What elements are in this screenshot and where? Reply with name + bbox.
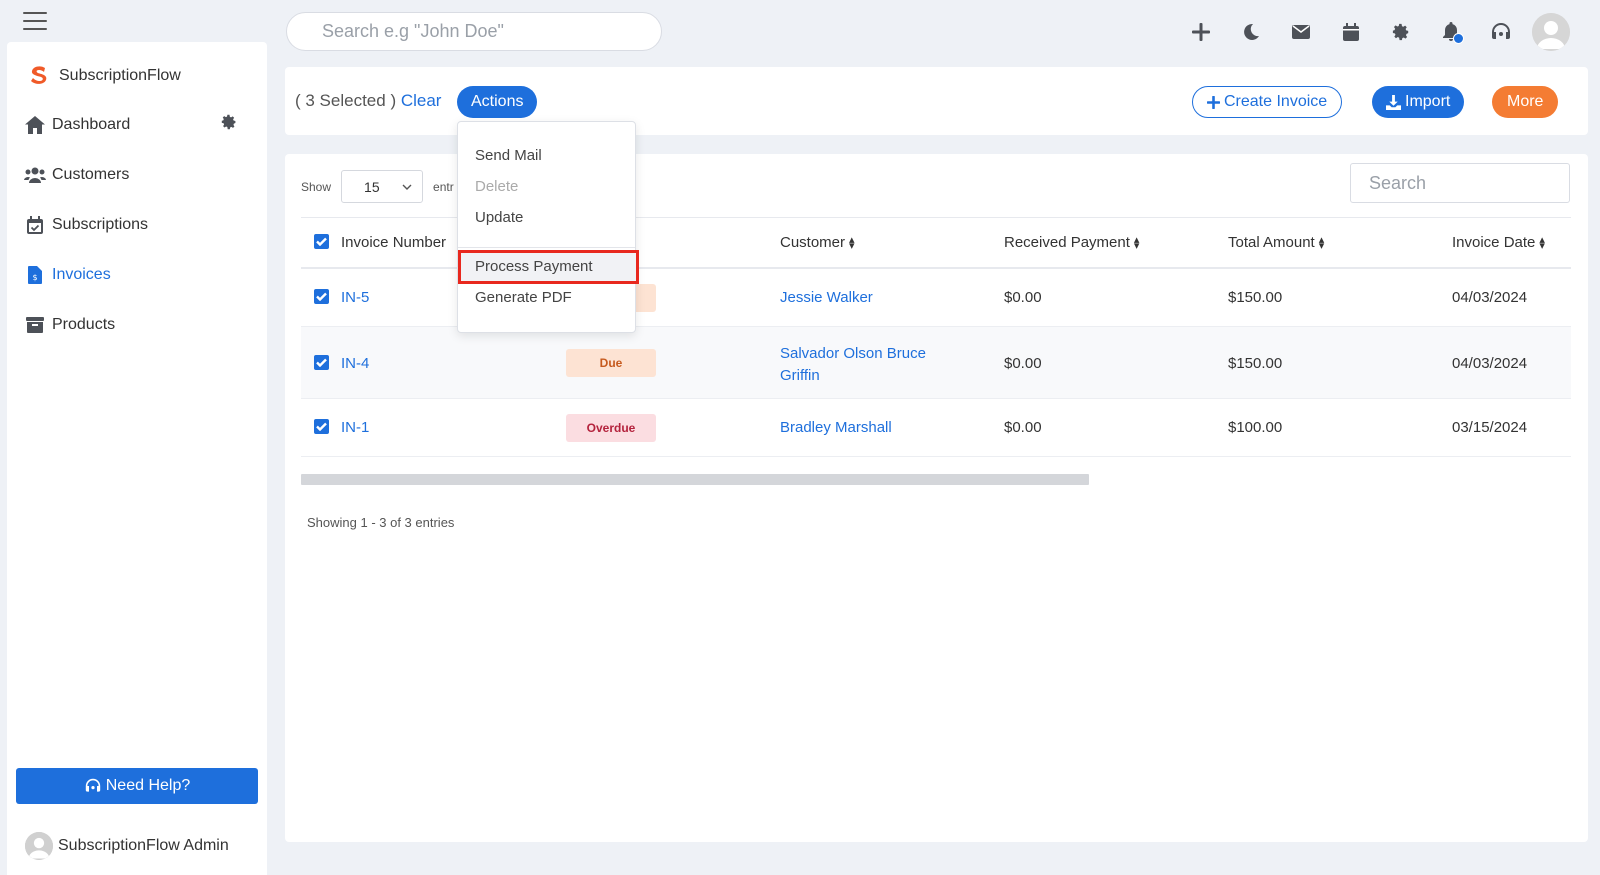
sidebar-item-invoices[interactable]: $ Invoices bbox=[7, 250, 267, 300]
calendar-icon[interactable] bbox=[1326, 12, 1376, 52]
subscriptionflow-logo-icon bbox=[31, 66, 47, 84]
total-amount: $150.00 bbox=[1228, 289, 1283, 306]
sort-icon: ▴ ▾ bbox=[1318, 233, 1325, 252]
import-label: Import bbox=[1405, 93, 1451, 110]
received-payment: $0.00 bbox=[1004, 289, 1042, 306]
notification-badge bbox=[1453, 33, 1464, 44]
invoice-date: 04/03/2024 bbox=[1452, 355, 1528, 372]
sidebar-item-label: Subscriptions bbox=[52, 216, 149, 233]
users-icon bbox=[24, 164, 46, 186]
sort-icon: ▴ ▾ bbox=[849, 233, 855, 252]
sidebar-item-customers[interactable]: Customers bbox=[7, 150, 267, 200]
top-toolbar bbox=[1176, 12, 1570, 52]
page-size-control: Show 15 entr bbox=[301, 170, 454, 203]
admin-avatar bbox=[25, 832, 53, 860]
row-checkbox[interactable] bbox=[314, 355, 329, 370]
svg-text:$: $ bbox=[32, 273, 37, 282]
page-size-select[interactable]: 15 bbox=[341, 170, 424, 203]
create-invoice-button[interactable]: Create Invoice bbox=[1192, 86, 1343, 118]
row-checkbox[interactable] bbox=[314, 289, 329, 304]
menu-divider bbox=[458, 247, 635, 248]
column-invoice-number[interactable]: Invoice Number bbox=[341, 234, 446, 251]
total-amount: $100.00 bbox=[1228, 419, 1283, 436]
admin-profile[interactable]: SubscriptionFlow Admin bbox=[25, 832, 229, 860]
selected-count: ( 3 Selected ) bbox=[295, 91, 397, 110]
more-button[interactable]: More bbox=[1492, 86, 1559, 118]
box-icon bbox=[24, 314, 46, 336]
sidebar-item-label: Dashboard bbox=[52, 116, 131, 133]
moon-icon[interactable] bbox=[1226, 12, 1276, 52]
actions-dropdown-button[interactable]: Actions bbox=[457, 86, 538, 118]
calendar-check-icon bbox=[24, 214, 46, 236]
plus-icon bbox=[1207, 95, 1220, 109]
column-received-payment[interactable]: Received Payment ▴ ▾ bbox=[1004, 234, 1139, 251]
invoice-number-link[interactable]: IN-5 bbox=[341, 289, 369, 306]
bell-icon[interactable] bbox=[1426, 12, 1476, 52]
brand-name: SubscriptionFlow bbox=[59, 67, 181, 84]
table-row[interactable]: IN-1 Overdue Bradley Marshall $0.00 $100… bbox=[301, 399, 1571, 457]
menu-item-delete[interactable]: Delete bbox=[475, 178, 518, 195]
headset-icon bbox=[85, 778, 100, 792]
headset-icon[interactable] bbox=[1476, 12, 1526, 52]
create-invoice-label: Create Invoice bbox=[1224, 93, 1328, 110]
received-payment: $0.00 bbox=[1004, 419, 1042, 436]
actions-dropdown-menu: Send Mail Delete Update Process Payment … bbox=[457, 121, 639, 333]
page-size-value: 15 bbox=[364, 178, 380, 195]
status-badge: Due bbox=[566, 349, 656, 377]
sidebar-item-label: Customers bbox=[52, 166, 130, 183]
sort-icon: ▴ ▾ bbox=[1539, 233, 1545, 252]
sidebar-item-label: Invoices bbox=[52, 266, 111, 283]
menu-item-process-payment[interactable]: Process Payment bbox=[475, 258, 593, 275]
sidebar-item-label: Products bbox=[52, 316, 116, 333]
need-help-button[interactable]: Need Help? bbox=[16, 768, 258, 804]
received-payment: $0.00 bbox=[1004, 355, 1042, 372]
invoice-number-link[interactable]: IN-4 bbox=[341, 355, 369, 372]
select-all-checkbox[interactable] bbox=[314, 234, 329, 249]
import-button[interactable]: Import bbox=[1372, 86, 1465, 118]
show-label: Show bbox=[301, 179, 332, 194]
sidebar-item-subscriptions[interactable]: Subscriptions bbox=[7, 200, 267, 250]
menu-item-update[interactable]: Update bbox=[475, 209, 523, 226]
need-help-label: Need Help? bbox=[105, 777, 191, 794]
customer-link[interactable]: Jessie Walker bbox=[780, 289, 873, 306]
invoice-date: 03/15/2024 bbox=[1452, 419, 1528, 436]
column-invoice-date[interactable]: Invoice Date ▴ ▾ bbox=[1452, 234, 1545, 251]
invoice-number-link[interactable]: IN-1 bbox=[341, 419, 369, 436]
total-amount: $150.00 bbox=[1228, 355, 1283, 372]
status-badge: Overdue bbox=[566, 414, 656, 442]
gear-icon[interactable] bbox=[1376, 12, 1426, 52]
menu-item-send-mail[interactable]: Send Mail bbox=[475, 147, 542, 164]
sidebar-item-products[interactable]: Products bbox=[7, 300, 267, 350]
sidebar: SubscriptionFlow Dashboard Customers Sub… bbox=[7, 42, 267, 875]
pagination-info: Showing 1 - 3 of 3 entries bbox=[307, 515, 455, 530]
hamburger-menu-icon[interactable] bbox=[23, 12, 47, 30]
selection-summary: ( 3 Selected ) Clear bbox=[295, 91, 441, 111]
home-icon bbox=[24, 114, 46, 136]
global-search-input[interactable] bbox=[286, 12, 662, 51]
sort-icon: ▴ ▾ bbox=[1133, 233, 1140, 252]
envelope-icon[interactable] bbox=[1276, 12, 1326, 52]
chevron-down-icon bbox=[402, 184, 412, 190]
clear-selection-link[interactable]: Clear bbox=[401, 91, 442, 110]
user-avatar[interactable] bbox=[1532, 13, 1570, 51]
table-search-input[interactable] bbox=[1350, 163, 1570, 203]
row-checkbox[interactable] bbox=[314, 419, 329, 434]
brand-logo[interactable]: SubscriptionFlow bbox=[27, 64, 181, 88]
table-row[interactable]: IN-4 Due Salvador Olson Bruce Griffin $0.… bbox=[301, 327, 1571, 399]
dashboard-settings-gear-icon[interactable] bbox=[221, 114, 237, 135]
download-icon bbox=[1386, 94, 1401, 110]
sidebar-item-dashboard[interactable]: Dashboard bbox=[7, 100, 267, 150]
sidebar-nav: Dashboard Customers Subscriptions $ Invo… bbox=[7, 100, 267, 350]
invoice-icon: $ bbox=[24, 264, 46, 286]
entries-label: entr bbox=[433, 179, 454, 194]
customer-link[interactable]: Salvador Olson Bruce Griffin bbox=[780, 343, 926, 387]
menu-item-generate-pdf[interactable]: Generate PDF bbox=[475, 289, 572, 306]
customer-link[interactable]: Bradley Marshall bbox=[780, 419, 892, 436]
horizontal-scrollbar[interactable] bbox=[301, 474, 1089, 485]
invoice-date: 04/03/2024 bbox=[1452, 289, 1528, 306]
column-customer[interactable]: Customer ▴ ▾ bbox=[780, 234, 855, 251]
column-total-amount[interactable]: Total Amount ▴ ▾ bbox=[1228, 234, 1324, 251]
admin-name: SubscriptionFlow Admin bbox=[58, 837, 229, 854]
plus-icon[interactable] bbox=[1176, 12, 1226, 52]
